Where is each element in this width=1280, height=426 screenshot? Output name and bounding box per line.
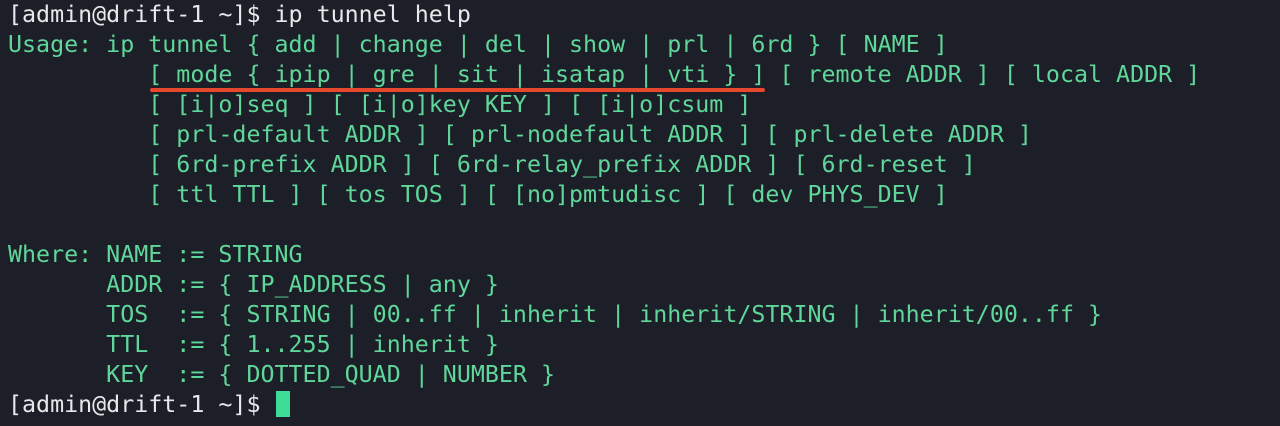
output-line-addr: ADDR := { IP_ADDRESS | any }	[8, 271, 499, 298]
output-line-usage: Usage: ip tunnel { add | change | del | …	[8, 31, 948, 58]
annotation-underline	[150, 88, 765, 92]
command-line: [admin@drift-1 ~]$ ip tunnel help	[8, 0, 1280, 30]
output-line-seq-key-csum: [ [i|o]seq ] [ [i|o]key KEY ] [ [i|o]csu…	[8, 91, 752, 118]
text-cursor	[275, 391, 290, 417]
terminal-window[interactable]: [admin@drift-1 ~]$ ip tunnel help Usage:…	[0, 0, 1280, 426]
typed-command: ip tunnel help	[274, 1, 471, 28]
shell-prompt: [admin@drift-1 ~]$	[8, 1, 275, 28]
output-line-key: KEY := { DOTTED_QUAD | NUMBER }	[8, 361, 556, 388]
output-line-where-name: Where: NAME := STRING	[8, 241, 303, 268]
output-line-tos: TOS := { STRING | 00..ff | inherit | inh…	[8, 301, 1103, 328]
shell-prompt-final: [admin@drift-1 ~]$	[8, 391, 275, 418]
output-line-prl: [ prl-default ADDR ] [ prl-nodefault ADD…	[8, 121, 1032, 148]
output-line-ttl: TTL := { 1..255 | inherit }	[8, 331, 499, 358]
output-line-6rd: [ 6rd-prefix ADDR ] [ 6rd-relay_prefix A…	[8, 151, 976, 178]
output-line-ttl-tos-dev: [ ttl TTL ] [ tos TOS ] [ [no]pmtudisc ]…	[8, 181, 948, 208]
output-line-blank	[8, 210, 1280, 240]
output-line-mode: [ mode { ipip | gre | sit | isatap | vti…	[8, 61, 1201, 88]
input-line[interactable]: [admin@drift-1 ~]$	[8, 390, 1280, 420]
